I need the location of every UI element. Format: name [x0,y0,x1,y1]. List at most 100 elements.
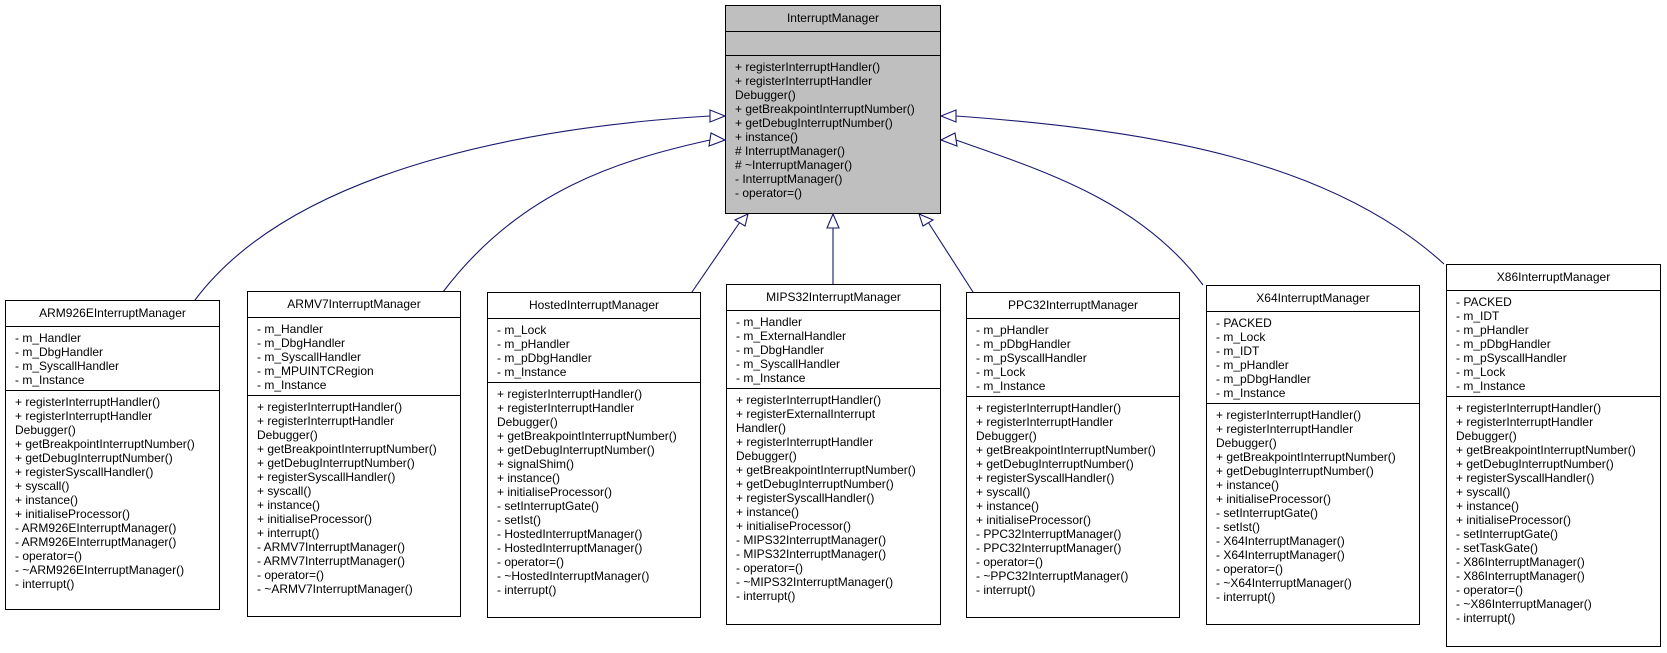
class-arm926-einterrupt-manager[interactable]: ARM926EInterruptManager - m_Handler - m_Db… [5,300,220,610]
attribute: - m_SyscallHandler [257,350,362,364]
operation: - HostedInterruptManager() [497,527,643,541]
operations-section: + registerInterruptHandler() + registerEx… [727,389,940,606]
operation: + registerInterruptHandler [735,74,873,88]
operation: - ARM926EInterruptManager() [15,535,177,549]
operation: + registerSyscallHandler() [15,465,154,479]
operation: Debugger() [735,88,796,102]
class-hosted-interrupt-manager[interactable]: HostedInterruptManager - m_Lock - m_pHandl… [487,292,701,618]
operation: + registerInterruptHandler [15,409,153,423]
operation: + registerInterruptHandler() [976,401,1122,415]
operation: + registerInterruptHandler [976,415,1114,429]
operation: + registerInterruptHandler() [257,400,403,414]
operation: + instance() [1456,499,1520,513]
operation: + syscall() [15,479,70,493]
edge-armv7 [442,139,711,293]
operation: + registerInterruptHandler [1216,422,1354,436]
operation: + registerInterruptHandler() [1216,408,1362,422]
class-ppc32-interrupt-manager[interactable]: PPC32InterruptManager - m_pHandler - m_pDb… [966,292,1180,618]
operation: Debugger() [976,429,1037,443]
attribute: - m_Instance [15,373,85,387]
operation: + getBreakpointInterruptNumber() [736,463,916,477]
attribute: - m_pSyscallHandler [976,351,1087,365]
operations-section: + registerInterruptHandler() + registerIn… [6,391,219,594]
operation: + registerInterruptHandler [1456,415,1594,429]
operation: - MIPS32InterruptManager() [736,547,887,561]
operation: Debugger() [1216,436,1277,450]
attribute: - m_DbgHandler [15,345,104,359]
operation: - interrupt() [1456,611,1516,625]
operation: + syscall() [976,485,1031,499]
operation: Handler() [736,421,787,435]
operation: + getBreakpointInterruptNumber() [1456,443,1636,457]
operation: + registerInterruptHandler() [1456,401,1602,415]
class-armv7-interrupt-manager[interactable]: ARMV7InterruptManager - m_Handler - m_DbgH… [247,291,461,617]
operation: + getDebugInterruptNumber() [257,456,415,470]
operation: + interrupt() [257,526,320,540]
operation: - setInterruptGate() [1456,527,1559,541]
class-mips32-interrupt-manager[interactable]: MIPS32InterruptManager - m_Handler - m_Ext… [726,284,941,625]
operation: + getBreakpointInterruptNumber() [497,429,677,443]
operation: - InterruptManager() [735,172,843,186]
inheritance-arrowhead-icon [939,109,957,123]
operation: - interrupt() [976,583,1036,597]
operation: - X64InterruptManager() [1216,548,1345,562]
operation: - operator=() [497,555,565,569]
attribute: - m_Handler [736,315,803,329]
attribute: - m_Instance [1216,386,1286,400]
edge-hosted [691,221,741,293]
operation: - HostedInterruptManager() [497,541,643,555]
attribute: - m_Lock [497,323,547,337]
attribute: - m_Handler [257,322,324,336]
attribute: - PACKED [1216,316,1272,330]
class-name: ARM926EInterruptManager [6,301,219,327]
operation: + initialiseProcessor() [736,519,852,533]
operation: - PPC32InterruptManager() [976,527,1122,541]
class-x64-interrupt-manager[interactable]: X64InterruptManager - PACKED - m_Lock - m_I… [1206,285,1420,625]
attributes-section: - m_pHandler - m_pDbgHandler - m_pSyscallH… [967,319,1179,397]
operation: + getBreakpointInterruptNumber() [976,443,1156,457]
inheritance-arrowhead-icon [826,212,840,229]
operations-section: + registerInterruptHandler() + registerIn… [1207,404,1419,607]
operation: Debugger() [497,415,558,429]
operation: + initialiseProcessor() [257,512,373,526]
attribute: - m_Lock [976,365,1026,379]
inheritance-arrowhead-icon [709,109,727,123]
operation: + registerInterruptHandler [736,435,874,449]
attribute: - m_Instance [1456,379,1526,393]
class-name: X86InterruptManager [1447,265,1660,291]
attributes-section: - m_Lock - m_pHandler - m_pDbgHandler - m_I… [488,319,700,383]
attribute: - m_pDbgHandler [1216,372,1311,386]
attribute: - m_Lock [1456,365,1506,379]
operation: + registerSyscallHandler() [736,491,875,505]
class-x86-interrupt-manager[interactable]: X86InterruptManager - PACKED - m_IDT - m_pH… [1446,264,1661,647]
attribute: - m_Lock [1216,330,1266,344]
operation: - setInterruptGate() [497,499,600,513]
operation: - ARMV7InterruptManager() [257,540,406,554]
attribute: - m_Handler [15,331,82,345]
attributes-section [726,32,940,56]
operation: + registerSyscallHandler() [1456,471,1595,485]
attribute: - m_pHandler [497,337,570,351]
operation: Debugger() [15,423,76,437]
attribute: - m_DbgHandler [257,336,346,350]
attribute: - m_pHandler [976,323,1049,337]
operation: - operator=() [736,561,804,575]
inheritance-arrowhead-icon [918,213,935,227]
operation: + registerSyscallHandler() [257,470,396,484]
operations-section: + registerInterruptHandler() + registerIn… [248,396,460,599]
operation: + registerInterruptHandler() [736,393,882,407]
attributes-section: - m_Handler - m_DbgHandler - m_SyscallHand… [248,318,460,396]
class-interrupt-manager[interactable]: InterruptManager + registerInterruptHandl… [725,5,941,214]
operation: + registerInterruptHandler() [497,387,643,401]
operation: + getDebugInterruptNumber() [1216,464,1374,478]
operation: - setIst() [497,513,541,527]
attribute: - m_pHandler [1456,323,1529,337]
operation: + registerExternalInterrupt [736,407,876,421]
operation: - PPC32InterruptManager() [976,541,1122,555]
operation: + getBreakpointInterruptNumber() [15,437,195,451]
operation: + initialiseProcessor() [497,485,613,499]
operation: + instance() [736,505,800,519]
inheritance-arrowhead-icon [733,213,749,227]
attributes-section: - PACKED - m_Lock - m_IDT - m_pHandler - m_p… [1207,312,1419,404]
attributes-section: - m_Handler - m_ExternalHandler - m_DbgHan… [727,311,940,389]
